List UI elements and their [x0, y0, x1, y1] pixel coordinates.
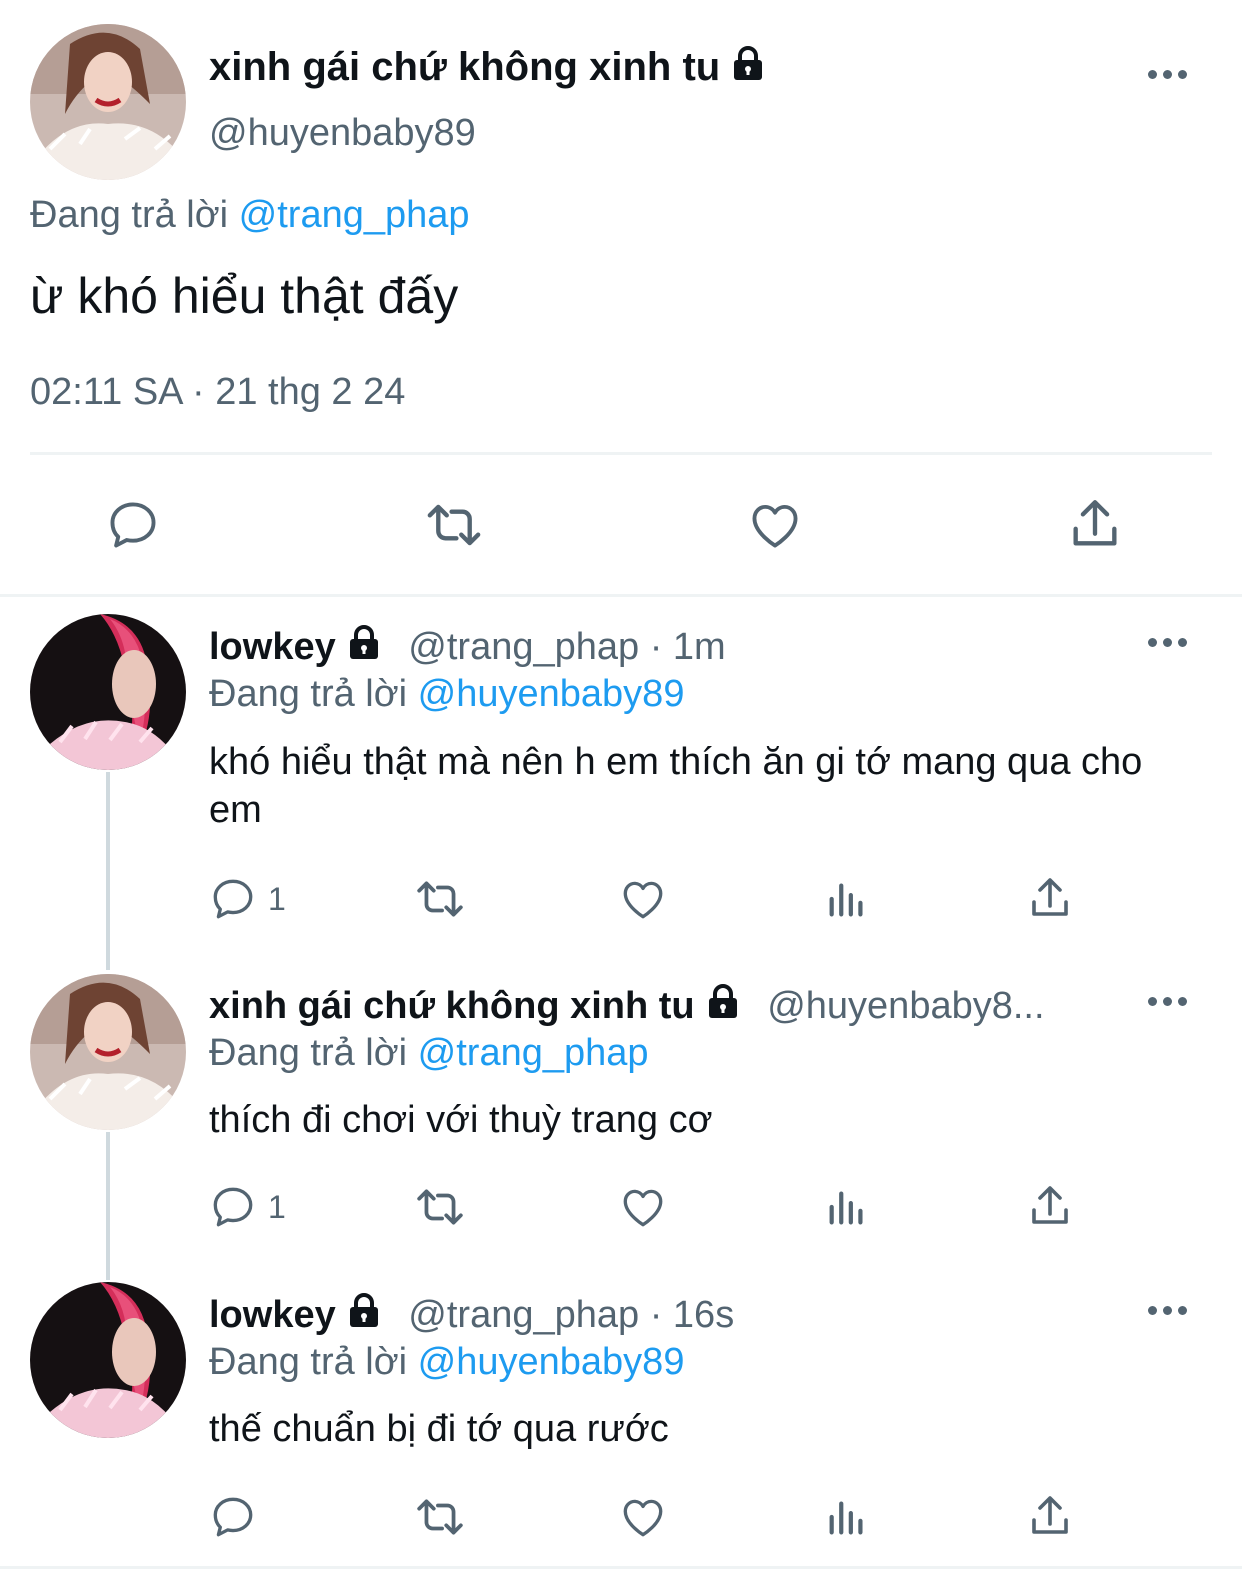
reply-icon[interactable]: [208, 874, 258, 924]
tweet-text: khó hiểu thật mà nên h em thích ăn gi tớ…: [209, 741, 1143, 831]
share-icon[interactable]: [1026, 872, 1074, 924]
retweet-icon[interactable]: [422, 496, 486, 554]
like-icon[interactable]: [618, 874, 668, 924]
retweet-icon[interactable]: [412, 1492, 468, 1542]
avatar-image: [30, 974, 186, 1130]
avatar-image: [30, 614, 186, 770]
reply-prefix: Đang trả lời: [30, 194, 229, 236]
display-name[interactable]: xinh gái chứ không xinh tu: [209, 45, 720, 89]
views-icon[interactable]: [824, 874, 870, 924]
retweet-icon[interactable]: [412, 1182, 468, 1232]
avatar-image: [30, 1282, 186, 1438]
tweet-text: ừ khó hiểu thật đấy: [30, 268, 459, 324]
retweet-icon[interactable]: [412, 874, 468, 924]
tweet-text: thế chuẩn bị đi tớ qua rước: [209, 1408, 669, 1450]
replying-to: Đang trả lời @trang_phap: [209, 1030, 649, 1076]
like-icon[interactable]: [618, 1182, 668, 1232]
handle-time[interactable]: @trang_phap · 1m: [408, 626, 725, 668]
reply-prefix: Đang trả lời: [209, 673, 408, 715]
replying-to: Đang trả lời @huyenbaby89: [209, 1339, 684, 1385]
thread-line: [106, 772, 110, 970]
handle-time[interactable]: @huyenbaby8...: [767, 985, 1044, 1027]
display-name[interactable]: xinh gái chứ không xinh tu: [209, 985, 695, 1027]
more-icon[interactable]: [1148, 638, 1187, 647]
reply-to-link[interactable]: @trang_phap: [418, 1032, 649, 1074]
share-icon[interactable]: [1026, 1490, 1074, 1542]
lock-icon: [703, 982, 743, 1033]
avatar[interactable]: [30, 614, 186, 770]
more-icon[interactable]: [1148, 997, 1187, 1006]
handle-time[interactable]: @trang_phap · 16s: [408, 1294, 734, 1336]
views-icon[interactable]: [824, 1182, 870, 1232]
avatar[interactable]: [30, 974, 186, 1130]
replying-to: Đang trả lời @trang_phap: [30, 193, 470, 237]
avatar[interactable]: [30, 24, 186, 180]
display-name[interactable]: lowkey: [209, 626, 336, 668]
lock-icon: [344, 623, 384, 674]
share-icon[interactable]: [1026, 1180, 1074, 1232]
lock-icon: [344, 1291, 384, 1342]
thread-line: [106, 1132, 110, 1280]
handle[interactable]: @huyenbaby89: [209, 111, 476, 155]
reply-prefix: Đang trả lời: [209, 1341, 408, 1383]
share-icon[interactable]: [1066, 494, 1124, 554]
more-icon[interactable]: [1148, 70, 1187, 79]
lock-icon: [728, 44, 768, 94]
reply-count: 1: [268, 1188, 286, 1225]
avatar-image: [30, 24, 186, 180]
avatar[interactable]: [30, 1282, 186, 1438]
divider: [30, 452, 1212, 455]
divider: [0, 594, 1242, 597]
more-icon[interactable]: [1148, 1306, 1187, 1315]
views-icon[interactable]: [824, 1492, 870, 1542]
reply-to-link[interactable]: @huyenbaby89: [418, 673, 685, 715]
reply-to-link[interactable]: @trang_phap: [239, 194, 470, 236]
divider: [0, 1566, 1242, 1569]
reply-count: 1: [268, 880, 286, 917]
replying-to: Đang trả lời @huyenbaby89: [209, 671, 684, 717]
reply-to-link[interactable]: @huyenbaby89: [418, 1341, 685, 1383]
timestamp[interactable]: 02:11 SA · 21 thg 2 24: [30, 370, 405, 414]
display-name[interactable]: lowkey: [209, 1294, 336, 1336]
tweet-text: thích đi chơi với thuỳ trang cơ: [209, 1099, 713, 1141]
like-icon[interactable]: [746, 496, 804, 554]
like-icon[interactable]: [618, 1492, 668, 1542]
reply-prefix: Đang trả lời: [209, 1032, 408, 1074]
reply-icon[interactable]: [208, 1492, 258, 1542]
reply-icon[interactable]: [208, 1182, 258, 1232]
reply-icon[interactable]: [104, 496, 162, 554]
